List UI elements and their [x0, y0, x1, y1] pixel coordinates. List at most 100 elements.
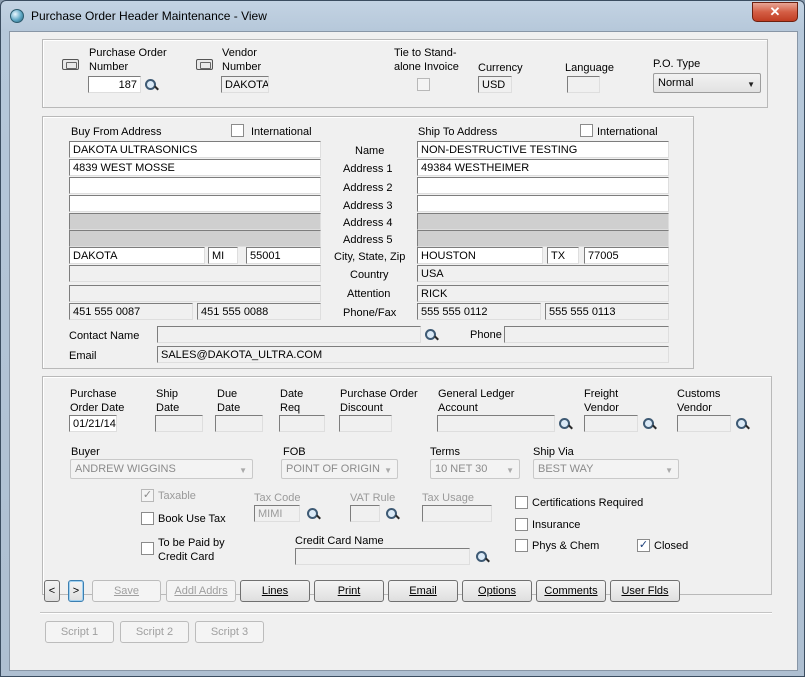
vendor-number-field[interactable]: DAKOTA	[221, 76, 269, 93]
book-use-tax-checkbox[interactable]	[141, 512, 154, 525]
buy-from-address1-field[interactable]: 4839 WEST MOSSE	[69, 159, 321, 176]
po-discount-field[interactable]	[339, 415, 392, 432]
po-discount-label: Purchase Order Discount	[340, 388, 418, 414]
buy-from-address3-field[interactable]	[69, 195, 321, 212]
ship-to-address3-field[interactable]	[417, 195, 669, 212]
ship-to-attention-field[interactable]: RICK	[417, 285, 669, 302]
tax-code-field[interactable]: MIMI	[254, 505, 300, 522]
buy-from-phone-field[interactable]: 451 555 0087	[69, 303, 193, 320]
buy-from-city-field[interactable]: DAKOTA	[69, 247, 205, 264]
ship-to-address1-field[interactable]: 49384 WESTHEIMER	[417, 159, 669, 176]
country-row-label: Country	[350, 269, 389, 281]
terms-label: Terms	[430, 446, 460, 458]
closed-checkbox[interactable]: ✓	[637, 539, 650, 552]
ship-to-phone-field[interactable]: 555 555 0112	[417, 303, 541, 320]
address2-row-label: Address 2	[343, 182, 393, 194]
customs-vendor-search-icon[interactable]	[736, 418, 750, 432]
lines-button[interactable]: Lines	[240, 580, 310, 602]
title-bar: Purchase Order Header Maintenance - View…	[1, 1, 804, 31]
vat-rule-field[interactable]	[350, 505, 380, 522]
closed-label: Closed	[654, 540, 689, 552]
certifications-required-checkbox[interactable]	[515, 496, 528, 509]
contact-name-search-icon[interactable]	[425, 329, 439, 343]
due-date-field[interactable]	[215, 415, 263, 432]
po-type-select[interactable]: Normal ▼	[653, 73, 761, 93]
freight-vendor-label: Freight Vendor	[584, 388, 619, 414]
ship-date-field[interactable]	[155, 415, 203, 432]
vendor-number-tag-icon[interactable]	[196, 59, 213, 70]
fob-select[interactable]: POINT OF ORIGIN ▼	[281, 459, 398, 479]
options-button[interactable]: Options	[462, 580, 532, 602]
terms-select[interactable]: 10 NET 30 ▼	[430, 459, 520, 479]
buy-from-attention-field[interactable]	[69, 285, 321, 302]
ship-to-state-field[interactable]: TX	[547, 247, 579, 264]
ship-to-international-label: International	[597, 126, 658, 138]
print-button[interactable]: Print	[314, 580, 384, 602]
email-field[interactable]: SALES@DAKOTA_ULTRA.COM	[157, 346, 669, 363]
buy-from-address2-field[interactable]	[69, 177, 321, 194]
buy-from-address4-field[interactable]	[69, 213, 321, 230]
ship-to-international-checkbox[interactable]	[580, 124, 593, 137]
close-button[interactable]: ✕	[752, 2, 798, 22]
script1-button[interactable]: Script 1	[45, 621, 114, 643]
taxable-checkbox[interactable]: ✓	[141, 489, 154, 502]
freight-vendor-search-icon[interactable]	[643, 418, 657, 432]
script2-button[interactable]: Script 2	[120, 621, 189, 643]
buyer-select[interactable]: ANDREW WIGGINS ▼	[70, 459, 253, 479]
ship-to-name-field[interactable]: NON-DESTRUCTIVE TESTING	[417, 141, 669, 158]
language-label: Language	[565, 62, 614, 74]
date-req-field[interactable]	[279, 415, 325, 432]
po-date-label: Purchase Order Date	[70, 388, 125, 414]
po-number-tag-icon[interactable]	[62, 59, 79, 70]
tax-usage-field[interactable]	[422, 505, 492, 522]
buy-from-name-field[interactable]: DAKOTA ULTRASONICS	[69, 141, 321, 158]
vat-rule-search-icon[interactable]	[386, 508, 400, 522]
gl-account-search-icon[interactable]	[559, 418, 573, 432]
insurance-checkbox[interactable]	[515, 518, 528, 531]
contact-name-label: Contact Name	[69, 330, 140, 342]
currency-field[interactable]: USD	[478, 76, 512, 93]
contact-phone-field[interactable]	[504, 326, 669, 343]
po-number-field[interactable]: 187	[88, 76, 141, 93]
comments-button[interactable]: Comments	[536, 580, 606, 602]
tie-to-invoice-checkbox[interactable]	[417, 78, 430, 91]
save-button[interactable]: Save	[92, 580, 161, 602]
ship-to-country-field[interactable]: USA	[417, 265, 669, 282]
ship-to-address2-field[interactable]	[417, 177, 669, 194]
ship-to-address5-field[interactable]	[417, 230, 669, 247]
credit-card-name-field[interactable]	[295, 548, 470, 565]
gl-account-field[interactable]	[437, 415, 555, 432]
phys-chem-checkbox[interactable]	[515, 539, 528, 552]
buy-from-international-checkbox[interactable]	[231, 124, 244, 137]
next-record-button[interactable]: >	[68, 580, 84, 602]
addl-addrs-button[interactable]: Addl Addrs	[166, 580, 236, 602]
po-date-field[interactable]: 01/21/14	[69, 415, 117, 432]
email-button[interactable]: Email	[388, 580, 458, 602]
buy-from-address5-field[interactable]	[69, 230, 321, 247]
credit-card-search-icon[interactable]	[476, 551, 490, 565]
ship-to-zip-field[interactable]: 77005	[584, 247, 669, 264]
script3-button[interactable]: Script 3	[195, 621, 264, 643]
app-icon	[10, 9, 24, 23]
ship-to-address4-field[interactable]	[417, 213, 669, 230]
buy-from-fax-field[interactable]: 451 555 0088	[197, 303, 321, 320]
buy-from-state-field[interactable]: MI	[208, 247, 238, 264]
ship-to-city-field[interactable]: HOUSTON	[417, 247, 543, 264]
buy-from-zip-field[interactable]: 55001	[246, 247, 321, 264]
paid-by-credit-card-checkbox[interactable]	[141, 542, 154, 555]
buy-from-country-field[interactable]	[69, 265, 321, 282]
language-field[interactable]	[567, 76, 600, 93]
po-number-search-icon[interactable]	[145, 79, 159, 93]
freight-vendor-field[interactable]	[584, 415, 638, 432]
form-body: Purchase Order Number 187 Vendor Number …	[9, 31, 798, 671]
tax-code-search-icon[interactable]	[307, 508, 321, 522]
ship-to-fax-field[interactable]: 555 555 0113	[545, 303, 669, 320]
taxable-label: Taxable	[158, 490, 196, 502]
user-flds-button[interactable]: User Flds	[610, 580, 680, 602]
insurance-label: Insurance	[532, 519, 581, 531]
ship-via-select[interactable]: BEST WAY ▼	[533, 459, 679, 479]
customs-vendor-field[interactable]	[677, 415, 731, 432]
contact-name-field[interactable]	[157, 326, 421, 343]
previous-record-button[interactable]: <	[44, 580, 60, 602]
buyer-label: Buyer	[71, 446, 100, 458]
